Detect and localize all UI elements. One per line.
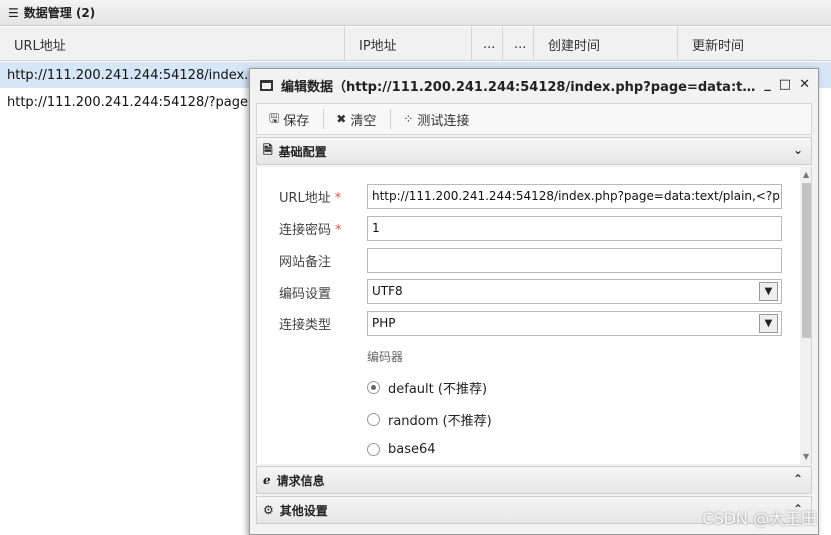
edit-data-dialog: 编辑数据（http://111.200.241.244:54128/index.…	[249, 68, 819, 535]
scrollbar-thumb[interactable]	[802, 183, 811, 338]
watermark: CSDN @大玉田	[702, 509, 817, 528]
clear-button[interactable]: ✖ 清空	[332, 110, 386, 129]
type-label: 连接类型	[279, 318, 332, 333]
maximize-icon[interactable]: □	[779, 77, 791, 92]
toolbar-divider	[390, 109, 392, 129]
scroll-down-icon[interactable]: ▼	[803, 452, 809, 461]
radio-default[interactable]: default (不推荐)	[367, 378, 487, 397]
encoding-select[interactable]: UTF8 ▼	[367, 279, 782, 304]
chevron-down-icon: ▼	[759, 314, 778, 333]
column-more-1[interactable]: ...	[472, 27, 503, 61]
radio-unchecked-icon	[367, 443, 380, 456]
password-label: 连接密码 *	[279, 223, 342, 238]
encoding-label: 编码设置	[279, 287, 332, 302]
password-input[interactable]: 1	[367, 216, 782, 241]
save-button[interactable]: 🖫 保存	[265, 109, 319, 130]
url-input[interactable]: http://111.200.241.244:54128/index.php?p…	[367, 184, 782, 209]
close-icon[interactable]: ✕	[799, 77, 810, 92]
save-icon: 🖫	[269, 110, 280, 125]
radio-checked-icon	[367, 381, 380, 394]
radio-base64[interactable]: base64	[367, 442, 436, 457]
radio-random[interactable]: random (不推荐)	[367, 410, 492, 429]
basic-config-pane: URL地址 * http://111.200.241.244:54128/inde…	[256, 167, 812, 464]
window-controls: _ □ ✕	[764, 77, 810, 92]
window-icon	[260, 79, 273, 91]
chevron-down-icon: ⌄	[792, 143, 803, 157]
note-input[interactable]	[367, 248, 782, 273]
scroll-up-icon[interactable]: ▲	[803, 170, 809, 179]
list-icon: ☰	[8, 5, 19, 20]
dialog-toolbar: 🖫 保存 ✖ 清空 ⁘ 测试连接	[256, 103, 812, 135]
chevron-down-icon: ▼	[759, 282, 778, 301]
document-icon: 🗎	[263, 142, 273, 157]
toolbar-divider	[323, 109, 325, 129]
column-created-time[interactable]: 创建时间	[534, 27, 678, 61]
data-table-header: URL地址 IP地址 ... ... 创建时间 更新时间	[0, 27, 831, 61]
dialog-title: 编辑数据（http://111.200.241.244:54128/index.…	[281, 79, 761, 95]
clear-x-icon: ✖	[336, 112, 347, 126]
url-label: URL地址 *	[279, 191, 342, 206]
radio-unchecked-icon	[367, 413, 380, 426]
gears-icon: ⚙	[263, 503, 274, 517]
spinner-icon: ⁘	[403, 112, 414, 126]
minimize-icon[interactable]: _	[764, 77, 771, 92]
chevron-up-icon: ⌃	[792, 472, 803, 486]
section-request-info[interactable]: ℯ 请求信息 ⌃	[256, 466, 812, 494]
app-window: ☰ 数据管理 (2) URL地址 IP地址 ... ... 创建时间 更新时间 …	[0, 0, 831, 535]
dialog-titlebar[interactable]: 编辑数据（http://111.200.241.244:54128/index.…	[250, 69, 818, 101]
data-panel-title: 数据管理 (2)	[23, 6, 96, 20]
note-label: 网站备注	[279, 255, 332, 270]
encoder-label: 编码器	[367, 350, 404, 364]
column-url[interactable]: URL地址	[0, 27, 345, 61]
type-select[interactable]: PHP ▼	[367, 311, 782, 336]
test-connection-button[interactable]: ⁘ 测试连接	[399, 110, 479, 129]
column-ip[interactable]: IP地址	[345, 27, 472, 61]
data-panel-header: ☰ 数据管理 (2)	[0, 0, 831, 26]
vertical-scrollbar[interactable]: ▲ ▼	[800, 167, 811, 464]
column-updated-time[interactable]: 更新时间	[678, 27, 831, 61]
section-basic-config[interactable]: 🗎 基础配置 ⌄	[256, 137, 812, 165]
browser-icon: ℯ	[263, 473, 271, 487]
column-more-2[interactable]: ...	[503, 27, 534, 61]
